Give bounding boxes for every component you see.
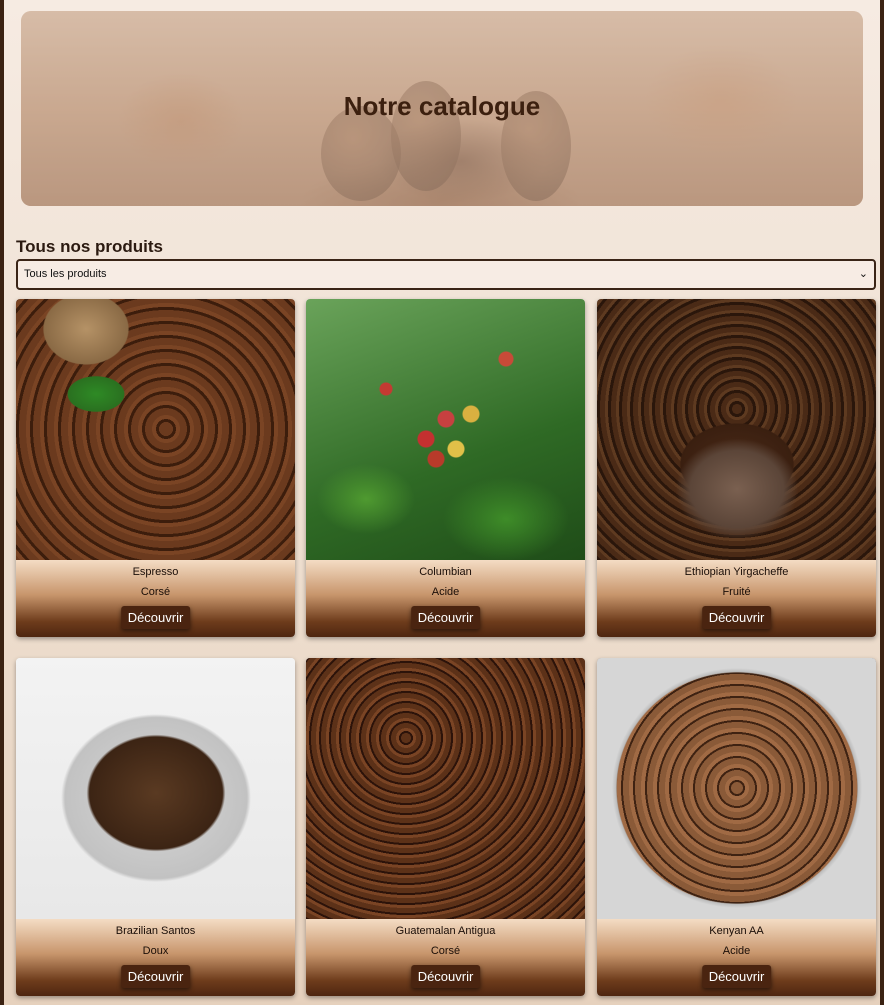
product-taste: Corsé bbox=[140, 586, 171, 598]
page-title: Notre catalogue bbox=[343, 91, 541, 121]
product-image[interactable] bbox=[16, 299, 295, 560]
product-card: Guatemalan Antigua Corsé Découvrir bbox=[306, 658, 585, 996]
product-card: Ethiopian Yirgacheffe Fruité Découvrir bbox=[597, 299, 876, 637]
category-select[interactable]: Tous les produits ⌄ bbox=[16, 259, 876, 290]
product-image[interactable] bbox=[597, 299, 876, 560]
product-taste: Doux bbox=[142, 945, 169, 957]
product-card: Brazilian Santos Doux Découvrir bbox=[16, 658, 295, 996]
product-taste: Corsé bbox=[430, 945, 461, 957]
discover-button[interactable]: Découvrir bbox=[410, 965, 481, 988]
category-select-value: Tous les produits bbox=[24, 268, 107, 280]
discover-button[interactable]: Découvrir bbox=[120, 606, 191, 629]
product-image[interactable] bbox=[597, 658, 876, 919]
product-image[interactable] bbox=[306, 299, 585, 560]
product-name: Ethiopian Yirgacheffe bbox=[684, 566, 789, 578]
discover-button[interactable]: Découvrir bbox=[120, 965, 191, 988]
discover-button[interactable]: Découvrir bbox=[701, 965, 772, 988]
product-taste: Fruité bbox=[722, 586, 751, 598]
product-card: Espresso Corsé Découvrir bbox=[16, 299, 295, 637]
product-card: Columbian Acide Découvrir bbox=[306, 299, 585, 637]
product-image[interactable] bbox=[306, 658, 585, 919]
product-taste: Acide bbox=[431, 586, 460, 598]
discover-button[interactable]: Découvrir bbox=[410, 606, 481, 629]
discover-button[interactable]: Découvrir bbox=[701, 606, 772, 629]
product-image[interactable] bbox=[16, 658, 295, 919]
chevron-down-icon: ⌄ bbox=[858, 268, 868, 280]
product-name: Columbian bbox=[419, 566, 472, 578]
product-taste: Acide bbox=[722, 945, 751, 957]
section-title: Tous nos produits bbox=[16, 237, 164, 256]
product-name: Espresso bbox=[132, 566, 179, 578]
product-card: Kenyan AA Acide Découvrir bbox=[597, 658, 876, 996]
product-name: Brazilian Santos bbox=[115, 925, 196, 937]
product-name: Guatemalan Antigua bbox=[395, 925, 496, 937]
hero-banner: Notre catalogue bbox=[21, 11, 863, 206]
product-name: Kenyan AA bbox=[709, 925, 764, 937]
